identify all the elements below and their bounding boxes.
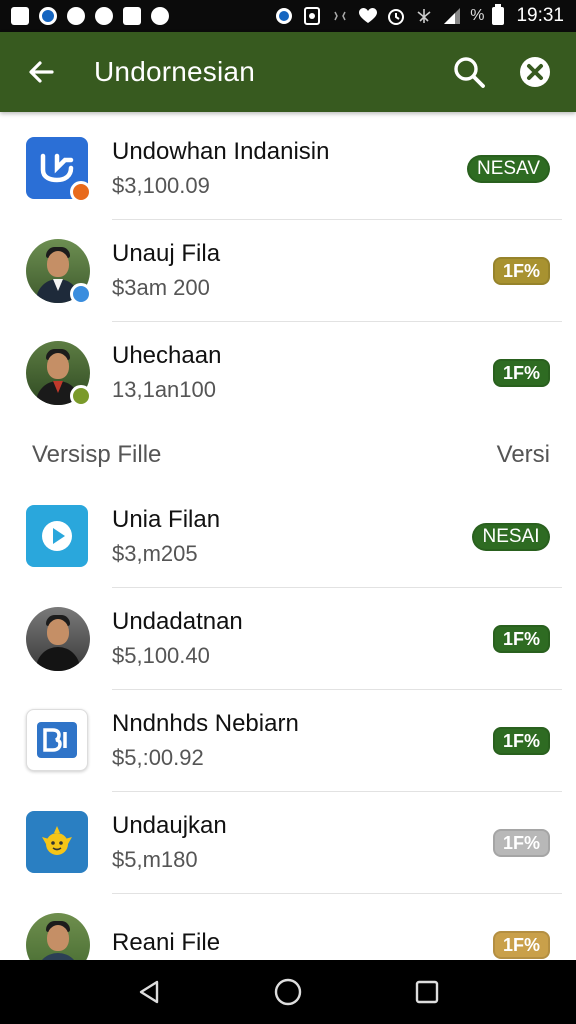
status-time: 19:31 <box>516 5 564 26</box>
wifi-icon <box>414 6 434 26</box>
avatar <box>26 239 92 305</box>
back-button[interactable] <box>18 49 64 95</box>
section-title: Versisp Fille <box>32 441 162 468</box>
status-tag: 1F% <box>492 257 550 285</box>
app-notification-icon <box>10 6 30 26</box>
app-bar: Undornesian <box>0 32 576 112</box>
vibrate-icon <box>330 6 350 26</box>
status-bar-system: % 19:31 <box>274 4 564 27</box>
navigation-bar <box>0 960 576 1024</box>
battery-icon <box>492 4 505 25</box>
edit-notification-icon <box>94 6 114 26</box>
nav-back-button[interactable] <box>125 968 173 1016</box>
triangle-back-icon <box>140 980 159 1004</box>
arrow-left-icon <box>29 61 54 83</box>
alarm-icon <box>386 6 406 26</box>
nav-home-button[interactable] <box>264 968 312 1016</box>
timer-notification-icon <box>150 6 170 26</box>
app-logo-icon <box>26 137 92 203</box>
close-circle-icon <box>520 57 550 87</box>
page-title: Undornesian <box>94 56 255 87</box>
nav-recents-button[interactable] <box>403 968 451 1016</box>
status-tag: 1F% <box>492 727 550 755</box>
play-app-icon <box>26 505 90 569</box>
status-badge <box>70 385 92 407</box>
signal-icon <box>442 6 462 26</box>
avatar <box>26 607 90 671</box>
status-tag: 1F% <box>492 829 550 857</box>
close-button[interactable] <box>512 49 558 95</box>
status-bar-notifications <box>10 6 170 26</box>
battery-percent-label: % <box>470 7 485 24</box>
search-icon <box>454 57 485 88</box>
location-icon <box>274 6 294 26</box>
screenshot-icon <box>302 6 322 26</box>
list-item[interactable]: Undaujkan $5,m180 1F% <box>0 792 576 894</box>
status-badge <box>70 283 92 305</box>
status-tag: NESAV <box>466 155 550 183</box>
heart-icon <box>358 6 378 26</box>
square-recents-icon <box>415 980 438 1004</box>
list-item[interactable]: Undowhan Indanisin $3,100.09 NESAV <box>0 118 576 220</box>
list-item[interactable]: Undadatnan $5,100.40 1F% <box>0 588 576 690</box>
section-header: Versisp Fille Versi <box>0 424 576 486</box>
status-tag: 1F% <box>492 359 550 387</box>
alarm-notification-icon <box>66 6 86 26</box>
list-item[interactable]: Uhechaan 13,1an100 1F% <box>0 322 576 424</box>
status-tag: NESAI <box>472 523 550 551</box>
b-app-icon <box>26 709 90 773</box>
circle-home-icon <box>274 978 302 1006</box>
status-badge <box>70 181 92 203</box>
image-notification-icon <box>122 6 142 26</box>
avatar <box>26 341 92 407</box>
vpn-notification-icon <box>38 6 58 26</box>
status-tag: 1F% <box>492 625 550 653</box>
status-tag: 1F% <box>492 931 550 959</box>
status-bar: % 19:31 <box>0 0 576 32</box>
file-list: Undowhan Indanisin $3,100.09 NESAV Unauj… <box>0 118 576 996</box>
sun-app-icon <box>26 811 90 875</box>
list-item[interactable]: Nndnhds Nebiarn $5,:00.92 1F% <box>0 690 576 792</box>
section-right-label[interactable]: Versi <box>497 441 550 469</box>
list-item[interactable]: Unauj Fila $3am 200 1F% <box>0 220 576 322</box>
search-button[interactable] <box>446 49 492 95</box>
list-item[interactable]: Unia Filan $3,m205 NESAI <box>0 486 576 588</box>
